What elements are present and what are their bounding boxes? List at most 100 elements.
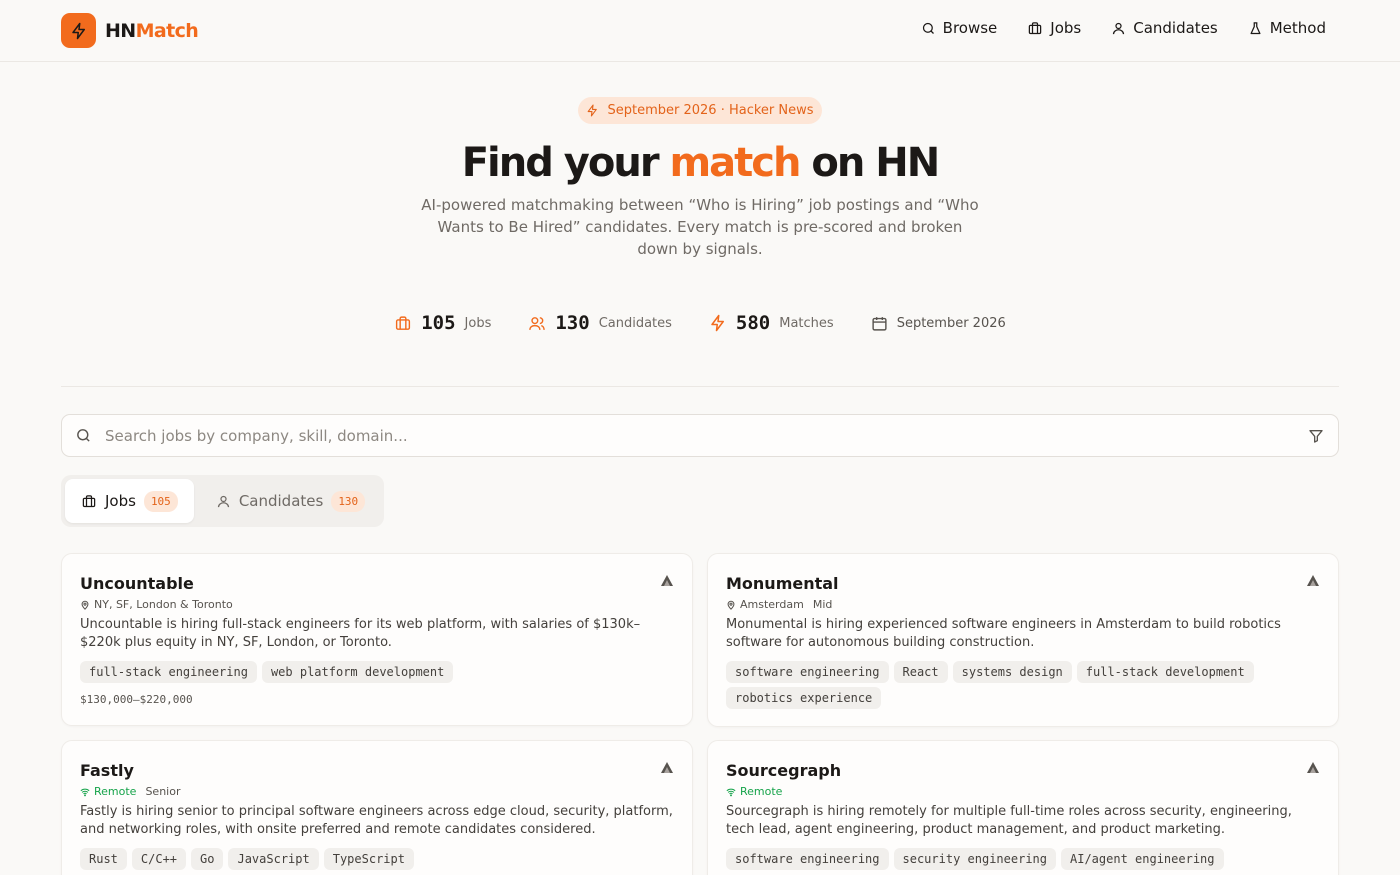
nav-candidates[interactable]: Candidates <box>1111 19 1218 37</box>
brand-logo[interactable]: HNMatch <box>61 13 199 48</box>
lightning-icon <box>588 104 598 117</box>
stat-jobs: 105 Jobs <box>394 312 491 334</box>
nav-jobs[interactable]: Jobs <box>1027 19 1081 37</box>
stat-candidates-label: Candidates <box>598 315 672 331</box>
job-tag: software engineering <box>726 848 889 870</box>
calendar-icon <box>872 316 887 331</box>
date-badge-label: September 2026 · Hacker News <box>607 103 814 118</box>
job-location: Remote <box>726 785 782 798</box>
job-meta: Remote <box>726 785 782 798</box>
wifi-icon <box>80 788 90 796</box>
job-description: Monumental is hiring experienced softwar… <box>726 617 1281 650</box>
job-company: Sourcegraph <box>726 761 842 780</box>
nav-browse[interactable]: Browse <box>921 19 998 37</box>
flag-icon[interactable] <box>660 574 674 587</box>
date-badge: September 2026 · Hacker News <box>578 97 822 124</box>
job-tag: full-stack engineering <box>80 661 257 683</box>
job-location-label: Amsterdam <box>740 598 804 611</box>
job-tag: AI/agent engineering <box>1061 848 1224 870</box>
filter-icon[interactable] <box>1308 428 1324 444</box>
job-tag: JavaScript <box>228 848 319 870</box>
job-tag: full-stack development <box>1076 661 1254 683</box>
tab-candidates[interactable]: Candidates 130 <box>200 479 381 523</box>
stat-jobs-label: Jobs <box>464 315 492 331</box>
job-location: NY, SF, London & Toronto <box>80 598 233 611</box>
tab-jobs-label: Jobs <box>105 492 136 510</box>
lightning-icon <box>61 13 96 48</box>
job-location-label: Remote <box>94 785 137 798</box>
job-tag: C/C++ <box>131 848 187 870</box>
user-icon <box>217 495 229 507</box>
job-tags: software engineering React systems desig… <box>726 661 1324 713</box>
map-pin-icon <box>727 600 735 610</box>
job-tag: React <box>893 661 948 683</box>
job-tag: TypeScript <box>323 848 414 870</box>
map-pin-icon <box>81 600 89 610</box>
tab-jobs-count: 105 <box>143 490 178 512</box>
job-tag: systems design <box>952 661 1072 683</box>
briefcase-icon <box>82 494 96 507</box>
flag-icon[interactable] <box>1306 761 1320 774</box>
stats-row: 105 Jobs 130 Candidates 580 Matches Sept… <box>0 312 1400 334</box>
wifi-icon <box>726 788 736 796</box>
search-input[interactable] <box>105 426 1308 445</box>
job-tag: security engineering <box>893 848 1056 870</box>
stat-period: September 2026 <box>871 315 1006 332</box>
flag-icon[interactable] <box>660 761 674 774</box>
nav-method[interactable]: Method <box>1248 19 1326 37</box>
tab-jobs[interactable]: Jobs 105 <box>65 479 194 523</box>
users-icon <box>529 316 546 330</box>
view-tabs: Jobs 105 Candidates 130 <box>61 475 384 527</box>
job-tag: software engineering <box>726 661 889 683</box>
tab-candidates-count: 130 <box>331 490 366 512</box>
job-location-label: Remote <box>740 785 783 798</box>
main-nav: Browse Jobs Candidates Method <box>891 19 1326 37</box>
tab-candidates-label: Candidates <box>238 492 324 510</box>
briefcase-icon <box>396 315 411 330</box>
briefcase-icon <box>1029 21 1042 34</box>
stat-candidates: 130 Candidates <box>528 312 672 334</box>
job-company: Monumental <box>726 574 839 593</box>
job-card[interactable]: Monumental Amsterdam Mid Monumental is h… <box>707 553 1339 727</box>
job-company: Uncountable <box>80 574 194 593</box>
job-company: Fastly <box>80 761 134 780</box>
job-meta: NY, SF, London & Toronto <box>80 598 233 611</box>
job-description: Sourcegraph is hiring remotely for multi… <box>726 804 1292 837</box>
job-tag: robotics experience <box>726 687 882 709</box>
page-subtitle: AI-powered matchmaking between “Who is H… <box>421 196 979 258</box>
job-location: Amsterdam <box>726 598 804 611</box>
stat-period-label: September 2026 <box>896 315 1006 331</box>
lightning-icon <box>711 314 724 332</box>
flask-icon <box>1250 21 1261 34</box>
job-location-label: NY, SF, London & Toronto <box>94 598 233 611</box>
section-divider <box>61 386 1339 387</box>
stat-matches-value: 580 <box>735 312 771 334</box>
search-bar <box>61 414 1339 457</box>
job-tag: Rust <box>80 848 127 870</box>
job-tag: Go <box>191 848 224 870</box>
job-description: Uncountable is hiring full-stack enginee… <box>80 617 641 650</box>
flag-icon[interactable] <box>1306 574 1320 587</box>
stat-jobs-value: 105 <box>421 312 456 334</box>
job-card[interactable]: Fastly Remote Senior Fastly is hiring se… <box>61 740 693 875</box>
nav-jobs-label: Jobs <box>1050 19 1082 37</box>
user-icon <box>1113 22 1125 34</box>
job-meta: Remote Senior <box>80 785 180 798</box>
job-card[interactable]: Sourcegraph Remote Sourcegraph is hiring… <box>707 740 1339 875</box>
job-tag: web platform development <box>261 661 454 683</box>
job-card[interactable]: Uncountable NY, SF, London & Toronto Unc… <box>61 553 693 726</box>
nav-method-label: Method <box>1269 19 1326 37</box>
job-tags: full-stack engineering web platform deve… <box>80 661 678 687</box>
job-seniority: Mid <box>812 598 833 611</box>
stat-matches-label: Matches <box>779 315 834 331</box>
job-tags: software engineering security engineerin… <box>726 848 1324 874</box>
job-description: Fastly is hiring senior to principal sof… <box>80 804 673 837</box>
brand-name: HNMatch <box>105 19 199 42</box>
nav-browse-label: Browse <box>942 19 998 37</box>
top-navigation-bar: HNMatch Browse Jobs Candidates Method <box>0 0 1400 62</box>
job-location: Remote <box>80 785 136 798</box>
job-meta: Amsterdam Mid <box>726 598 832 611</box>
stat-candidates-value: 130 <box>555 312 590 334</box>
job-salary: $130,000–$220,000 <box>80 693 193 706</box>
search-icon <box>75 427 92 444</box>
